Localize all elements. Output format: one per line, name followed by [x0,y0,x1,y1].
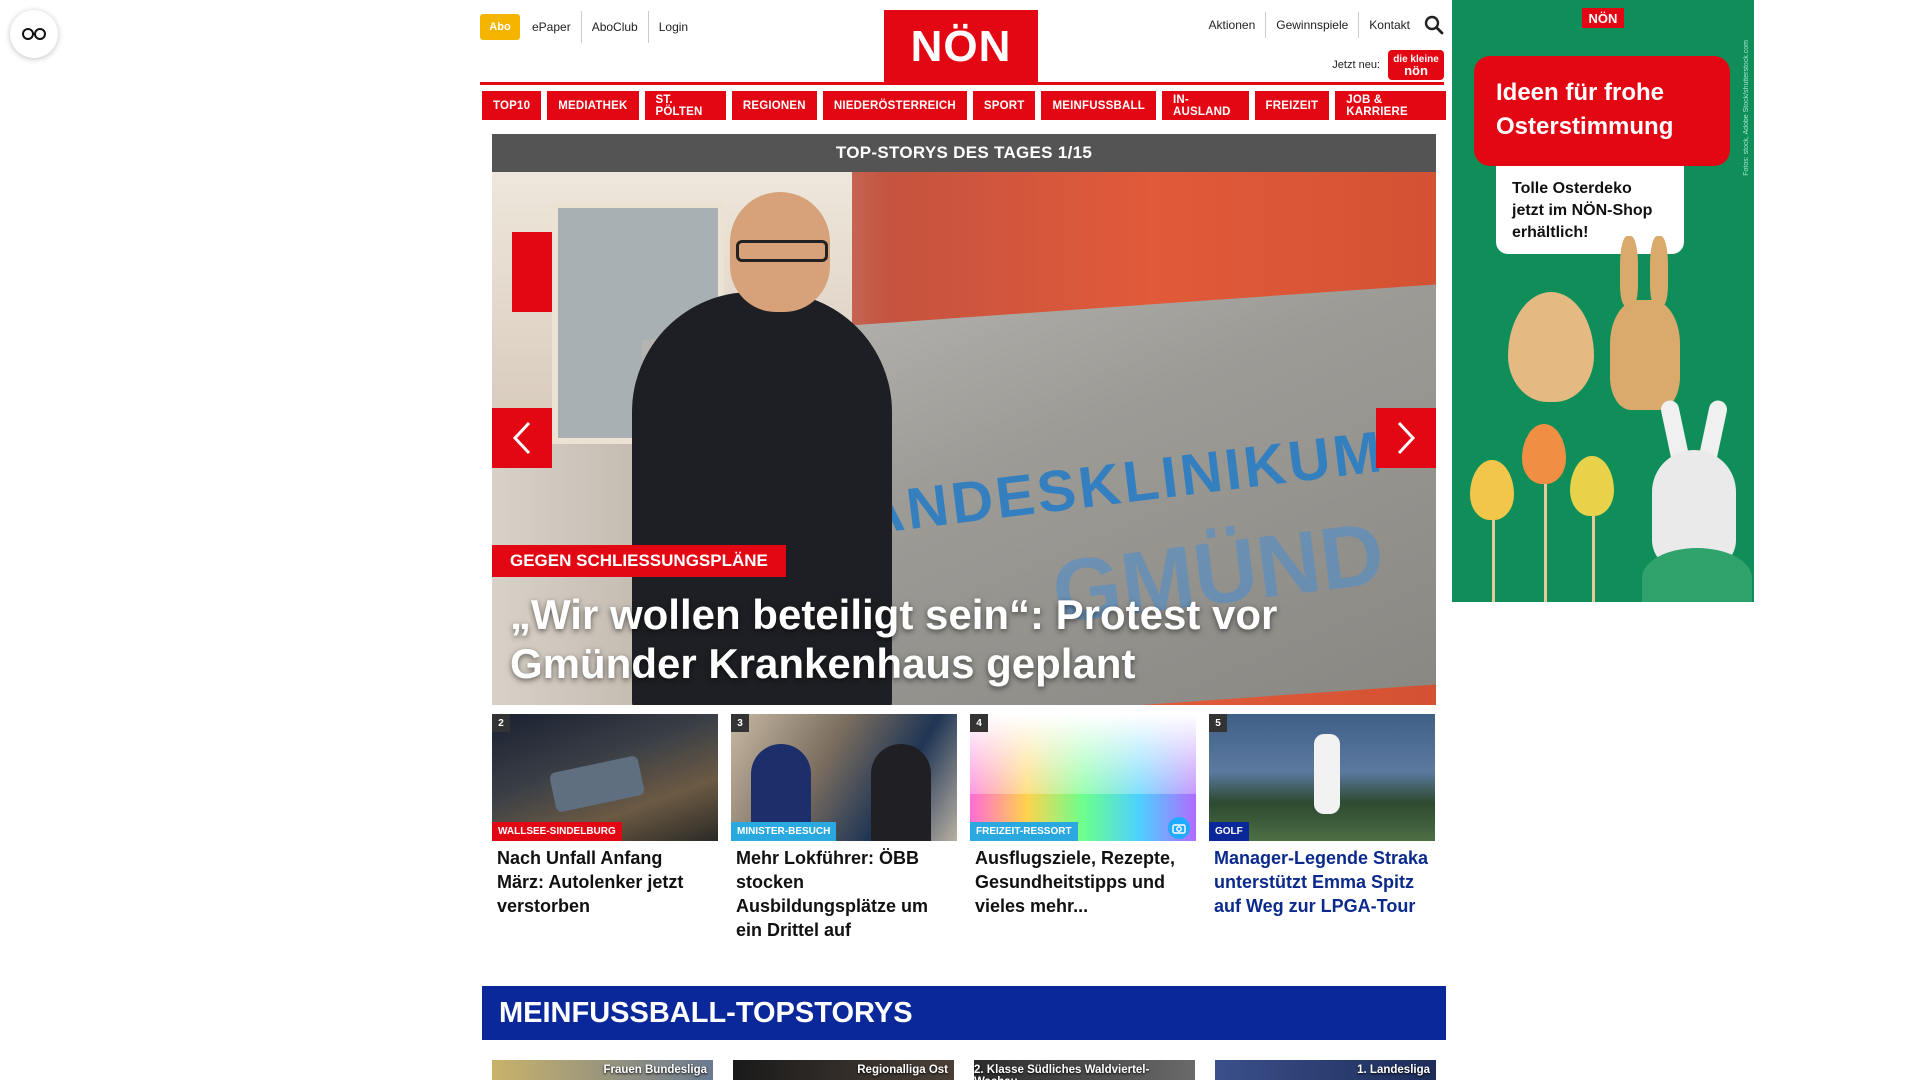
site-header: Abo ePaper AboClub Login NÖN Aktionen Ge… [480,10,1444,84]
login-link[interactable]: Login [649,11,698,43]
aktionen-link[interactable]: Aktionen [1199,12,1267,38]
jetzt-neu-promo: Jetzt neu: die kleine nön [1332,50,1444,80]
advertisement-banner[interactable]: NÖN Fotos: stock, Adobe Stock/shuttersto… [1452,0,1754,602]
story-title[interactable]: Manager-Legende Straka unterstützt Emma … [1214,846,1430,918]
nav-item-job-karriere[interactable]: JOB & KARRIERE [1335,91,1446,120]
top-links: ePaper AboClub Login [522,11,698,43]
header-divider [480,82,1444,85]
story-title[interactable]: Ausflugsziele, Rezepte, Gesundheitstipps… [975,846,1191,918]
kleine-noen-logo-bottom: nön [1404,63,1428,78]
ad-easter-egg [1570,456,1614,516]
story-title[interactable]: Mehr Lokführer: ÖBB stocken Ausbildungsp… [736,846,952,942]
nav-item-top10[interactable]: TOP10 [482,91,542,120]
ad-easter-egg [1522,424,1566,484]
jetzt-neu-label: Jetzt neu: [1332,59,1380,71]
main-navigation: TOP10 MEDIATHEK ST. PÖLTEN REGIONEN NIED… [482,91,1446,120]
site-logo[interactable]: NÖN [884,10,1038,84]
nav-item-sport[interactable]: SPORT [972,91,1036,120]
fussball-card-league: 2. Klasse Südliches Waldviertel-Wachau [974,1064,1150,1080]
story-card-image[interactable]: 2 WALLSEE-SINDELBURG [492,714,718,841]
story-rank: 4 [970,714,988,732]
top-stories-slider: TOP-STORYS DES TAGES 1/15 LANDESKLINIKUM… [492,134,1436,705]
slider-next-button[interactable] [1376,408,1436,468]
hero-red-sign [512,232,552,312]
ad-easter-egg [1470,460,1514,520]
epaper-link[interactable]: ePaper [522,11,582,43]
camera-icon [1168,817,1190,839]
story-tag: MINISTER-BESUCH [731,822,837,841]
ad-egg-stick [1592,510,1595,602]
story-tag: GOLF [1209,822,1249,841]
aboclub-link[interactable]: AboClub [582,11,649,43]
story-rank: 2 [492,714,510,732]
slider-header: TOP-STORYS DES TAGES 1/15 [492,134,1436,172]
story-card-image[interactable]: 4 FREIZEIT-RESSORT [970,714,1196,841]
ad-photo-credit: Fotos: stock, Adobe Stock/shutterstock.c… [1743,40,1750,176]
nav-item-meinfussball[interactable]: MEINFUSSBALL [1041,91,1156,120]
glasses-icon [22,28,46,40]
fussball-card[interactable]: 2. Klasse Südliches Waldviertel-Wachau [974,1060,1195,1080]
search-icon[interactable] [1424,15,1444,35]
ad-egg-stick [1544,480,1547,602]
hero-person-glasses [736,240,828,262]
chevron-right-icon [1397,421,1416,455]
fussball-card-league: Regionalliga Ost [857,1064,948,1076]
story-tag: FREIZEIT-RESSORT [970,822,1078,841]
accessibility-toggle-button[interactable] [10,10,58,58]
nav-item-freizeit[interactable]: FREIZEIT [1254,91,1330,120]
ad-green-pot [1642,548,1752,602]
story-title[interactable]: Nach Unfall Anfang März: Autolenker jetz… [497,846,713,918]
nav-item-in-ausland[interactable]: IN-AUSLAND [1161,91,1249,120]
chevron-left-icon [512,421,531,455]
gewinnspiele-link[interactable]: Gewinnspiele [1266,12,1360,38]
nav-item-regionen[interactable]: REGIONEN [731,91,817,120]
fussball-card-league: Frauen Bundesliga [603,1064,707,1076]
hero-headline[interactable]: „Wir wollen beteiligt sein“: Protest vor… [510,590,1410,688]
story-rank: 3 [731,714,749,732]
fussball-card[interactable]: Frauen Bundesliga [492,1060,713,1080]
ad-wooden-egg [1508,292,1594,402]
meinfussball-cards: Frauen Bundesliga Regionalliga Ost 2. Kl… [492,1060,1436,1080]
story-card-image[interactable]: 5 GOLF [1209,714,1435,841]
nav-item-mediathek[interactable]: MEDIATHEK [547,91,639,120]
hero-story-image[interactable]: LANDESKLINIKUM GMÜND GEGEN SCHLIESSUNGSP… [492,172,1436,705]
story-card[interactable]: 5 GOLF Manager-Legende Straka unterstütz… [1209,714,1435,942]
story-card[interactable]: 2 WALLSEE-SINDELBURG Nach Unfall Anfang … [492,714,718,942]
kontakt-link[interactable]: Kontakt [1359,12,1420,38]
right-links: Aktionen Gewinnspiele Kontakt [1199,10,1444,40]
ad-wooden-bunny-ear [1620,236,1638,306]
meinfussball-section-title[interactable]: MEINFUSSBALL-TOPSTORYS [482,986,1446,1040]
ad-egg-stick [1492,520,1495,602]
ad-wooden-bunny-ear [1650,236,1668,306]
story-cards: 2 WALLSEE-SINDELBURG Nach Unfall Anfang … [492,714,1436,942]
fussball-card[interactable]: 1. Landesliga [1215,1060,1436,1080]
slider-prev-button[interactable] [492,408,552,468]
story-tag: WALLSEE-SINDELBURG [492,822,622,841]
story-rank: 5 [1209,714,1227,732]
ad-wooden-bunny [1610,300,1680,410]
ad-logo: NÖN [1582,8,1624,28]
nav-item-niederoesterreich[interactable]: NIEDERÖSTERREICH [822,91,967,120]
logo-text: NÖN [910,22,1012,71]
nav-item-st-poelten[interactable]: ST. PÖLTEN [644,91,726,120]
hero-kicker: GEGEN SCHLIESSUNGSPLÄNE [492,545,786,577]
fussball-card-league: 1. Landesliga [1357,1064,1430,1076]
story-card-image[interactable]: 3 MINISTER-BESUCH [731,714,957,841]
ad-headline: Ideen für frohe Osterstimmung [1474,56,1730,166]
fussball-card[interactable]: Regionalliga Ost [733,1060,954,1080]
abo-button[interactable]: Abo [480,14,520,40]
story-card[interactable]: 3 MINISTER-BESUCH Mehr Lokführer: ÖBB st… [731,714,957,942]
kleine-noen-logo[interactable]: die kleine nön [1388,50,1444,80]
story-card[interactable]: 4 FREIZEIT-RESSORT Ausflugsziele, Rezept… [970,714,1196,942]
